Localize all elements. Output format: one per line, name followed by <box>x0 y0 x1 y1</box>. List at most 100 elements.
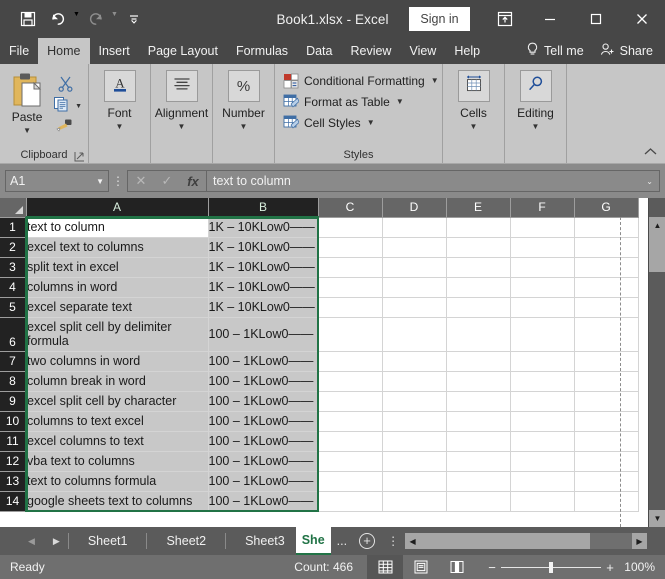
row-header-3[interactable]: 3 <box>0 257 27 278</box>
cell-c13[interactable] <box>318 471 383 492</box>
cell-d2[interactable] <box>382 237 447 258</box>
cell-d11[interactable] <box>382 431 447 452</box>
row-header-11[interactable]: 11 <box>0 431 27 452</box>
cell-g8[interactable] <box>574 371 639 392</box>
cell-g11[interactable] <box>574 431 639 452</box>
font-button[interactable]: A <box>103 70 136 102</box>
all-sheets-button[interactable]: ⋮ <box>381 534 405 548</box>
column-header-e[interactable]: E <box>446 198 511 218</box>
row-header-13[interactable]: 13 <box>0 471 27 492</box>
clipboard-dialog-launcher-icon[interactable] <box>74 149 85 162</box>
zoom-level-label[interactable]: 100% <box>619 560 665 574</box>
sheet-tab-sheet2[interactable]: Sheet2 <box>155 527 217 555</box>
alignment-dropdown-caret-icon[interactable]: ▼ <box>178 123 186 131</box>
confirm-entry-button[interactable]: ✓ <box>154 171 180 191</box>
maximize-button[interactable] <box>573 0 619 38</box>
cell-b6[interactable]: 100 – 1KLow0—— <box>208 317 319 352</box>
copy-dropdown-caret-icon[interactable]: ▼ <box>75 103 82 110</box>
cell-g2[interactable] <box>574 237 639 258</box>
tab-data[interactable]: Data <box>297 38 341 64</box>
cell-e6[interactable] <box>446 317 511 352</box>
undo-icon[interactable] <box>44 6 72 32</box>
editing-dropdown-caret-icon[interactable]: ▼ <box>532 123 540 131</box>
format-as-table-caret-icon[interactable]: ▼ <box>396 97 404 106</box>
tab-home[interactable]: Home <box>38 38 90 64</box>
cell-a3[interactable]: split text in excel <box>26 257 209 278</box>
copy-button[interactable]: ▼ <box>48 94 82 114</box>
paste-dropdown-caret-icon[interactable]: ▼ <box>23 127 31 135</box>
cell-f2[interactable] <box>510 237 575 258</box>
previous-sheet-button[interactable]: ◀ <box>28 536 35 547</box>
cells-dropdown-caret-icon[interactable]: ▼ <box>470 123 478 131</box>
cell-b8[interactable]: 100 – 1KLow0—— <box>208 371 319 392</box>
vertical-scrollbar-thumb[interactable] <box>649 234 665 272</box>
column-header-d[interactable]: D <box>382 198 447 218</box>
cell-c9[interactable] <box>318 391 383 412</box>
cell-c6[interactable] <box>318 317 383 352</box>
sheet-tab-sheet3[interactable]: Sheet3 <box>234 527 296 555</box>
cell-b5[interactable]: 1K – 10KLow0—— <box>208 297 319 318</box>
conditional-formatting-button[interactable]: Conditional Formatting ▼ <box>283 70 439 91</box>
cell-c3[interactable] <box>318 257 383 278</box>
cell-e13[interactable] <box>446 471 511 492</box>
cell-d6[interactable] <box>382 317 447 352</box>
cell-e5[interactable] <box>446 297 511 318</box>
share-button[interactable]: Share <box>594 38 659 64</box>
copy-icon[interactable] <box>48 94 74 114</box>
next-sheet-button[interactable]: ▶ <box>53 536 60 547</box>
cell-f4[interactable] <box>510 277 575 298</box>
row-header-14[interactable]: 14 <box>0 491 27 512</box>
sign-in-button[interactable]: Sign in <box>409 7 470 31</box>
cell-g6[interactable] <box>574 317 639 352</box>
cell-f7[interactable] <box>510 351 575 372</box>
cell-g13[interactable] <box>574 471 639 492</box>
vertical-scrollbar[interactable]: ▲ ▼ <box>648 198 665 527</box>
cell-a5[interactable]: excel separate text <box>26 297 209 318</box>
format-painter-icon[interactable] <box>52 115 78 135</box>
spreadsheet-grid[interactable]: A B C D E F G 1 text to column 1K – 10KL… <box>0 198 665 527</box>
cut-icon[interactable] <box>52 73 78 93</box>
cell-d9[interactable] <box>382 391 447 412</box>
scroll-down-button[interactable]: ▼ <box>649 510 665 527</box>
cell-c12[interactable] <box>318 451 383 472</box>
undo-group[interactable]: ▼ <box>44 6 80 32</box>
cell-g9[interactable] <box>574 391 639 412</box>
cell-a8[interactable]: column break in word <box>26 371 209 392</box>
cell-g5[interactable] <box>574 297 639 318</box>
cell-styles-button[interactable]: Cell Styles ▼ <box>283 112 375 133</box>
customize-qat-icon[interactable] <box>120 6 148 32</box>
column-header-f[interactable]: F <box>510 198 575 218</box>
ribbon-display-options-icon[interactable] <box>483 0 527 38</box>
save-icon[interactable] <box>14 6 42 32</box>
cell-e11[interactable] <box>446 431 511 452</box>
font-dropdown-caret-icon[interactable]: ▼ <box>116 123 124 131</box>
tab-page-layout[interactable]: Page Layout <box>139 38 227 64</box>
column-header-b[interactable]: B <box>208 198 319 218</box>
zoom-out-button[interactable]: − <box>483 560 501 575</box>
cell-a10[interactable]: columns to text excel <box>26 411 209 432</box>
row-header-8[interactable]: 8 <box>0 371 27 392</box>
row-header-6[interactable]: 6 <box>0 317 27 352</box>
tab-file[interactable]: File <box>0 38 38 64</box>
scroll-right-button[interactable]: ▶ <box>632 533 647 549</box>
cell-e1[interactable] <box>446 217 511 238</box>
cell-g7[interactable] <box>574 351 639 372</box>
cell-c10[interactable] <box>318 411 383 432</box>
column-header-a[interactable]: A <box>26 198 209 218</box>
cell-b7[interactable]: 100 – 1KLow0—— <box>208 351 319 372</box>
cell-g10[interactable] <box>574 411 639 432</box>
cell-e7[interactable] <box>446 351 511 372</box>
number-button[interactable]: % <box>227 70 260 102</box>
tab-view[interactable]: View <box>400 38 445 64</box>
cell-b4[interactable]: 1K – 10KLow0—— <box>208 277 319 298</box>
page-layout-view-icon[interactable] <box>403 555 439 579</box>
cell-d3[interactable] <box>382 257 447 278</box>
cell-f10[interactable] <box>510 411 575 432</box>
tell-me-button[interactable]: Tell me <box>520 38 590 64</box>
undo-dropdown-caret-icon[interactable]: ▼ <box>73 11 80 18</box>
scroll-up-button[interactable]: ▲ <box>649 217 665 234</box>
cell-d1[interactable] <box>382 217 447 238</box>
cell-c2[interactable] <box>318 237 383 258</box>
cell-g14[interactable] <box>574 491 639 512</box>
cell-b9[interactable]: 100 – 1KLow0—— <box>208 391 319 412</box>
